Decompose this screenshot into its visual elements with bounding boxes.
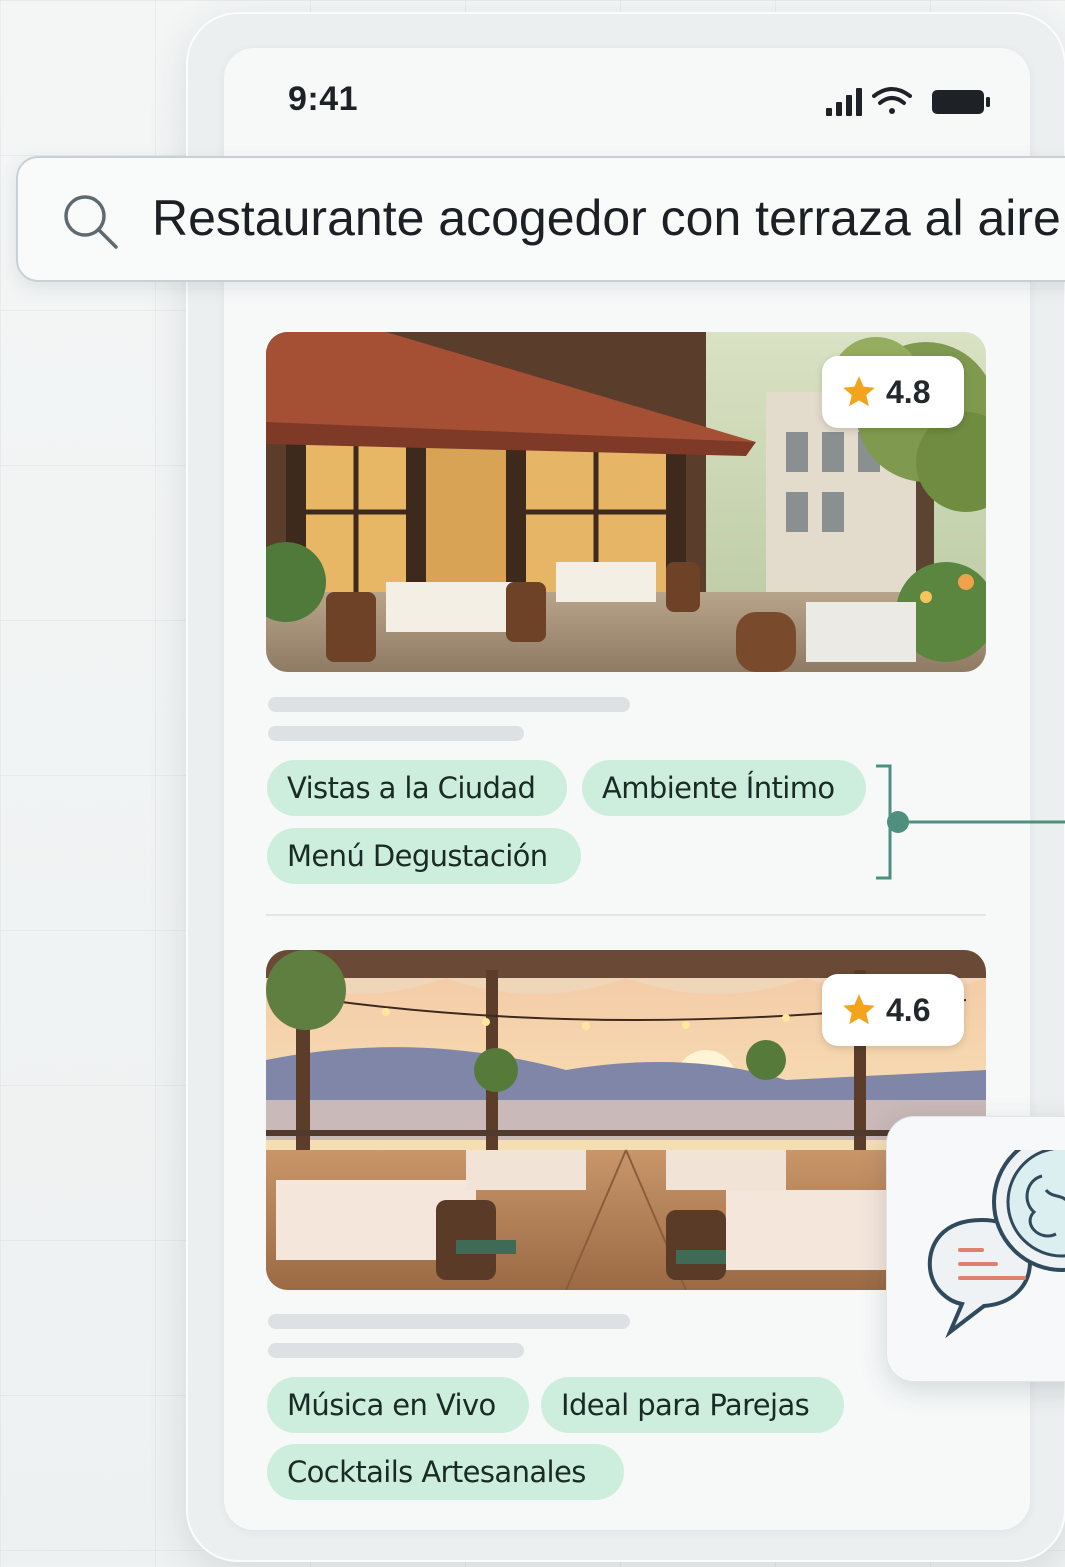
tag-connector [876,764,1065,880]
subtitle-placeholder [268,1343,524,1358]
rating-value: 4.6 [886,991,931,1028]
star-icon [843,376,875,407]
battery-icon [932,90,990,114]
wifi-icon [872,87,912,114]
tag-chip[interactable]: Vistas a la Ciudad [267,760,567,816]
title-placeholder [268,697,630,712]
rating-badge: 4.8 [822,356,964,428]
tag-chip[interactable]: Ambiente Íntimo [582,760,866,816]
tag-chip[interactable]: Cocktails Artesanales [267,1444,624,1500]
chat-brain-icon [927,1150,1065,1339]
subtitle-placeholder [268,726,524,741]
star-icon [843,994,875,1025]
signal-icon [826,88,862,116]
title-placeholder [268,1314,630,1329]
tag-chip[interactable]: Menú Degustación [267,828,581,884]
tag-chip[interactable]: Música en Vivo [267,1377,529,1433]
search-input[interactable]: Restaurante acogedor con terraza al aire [152,186,1065,250]
rating-value: 4.8 [886,373,931,410]
search-icon [64,195,118,249]
rating-badge: 4.6 [822,974,964,1046]
divider [266,914,986,916]
tag-chip[interactable]: Ideal para Parejas [541,1377,844,1433]
status-time: 9:41 [288,80,359,118]
status-icons [826,87,990,116]
